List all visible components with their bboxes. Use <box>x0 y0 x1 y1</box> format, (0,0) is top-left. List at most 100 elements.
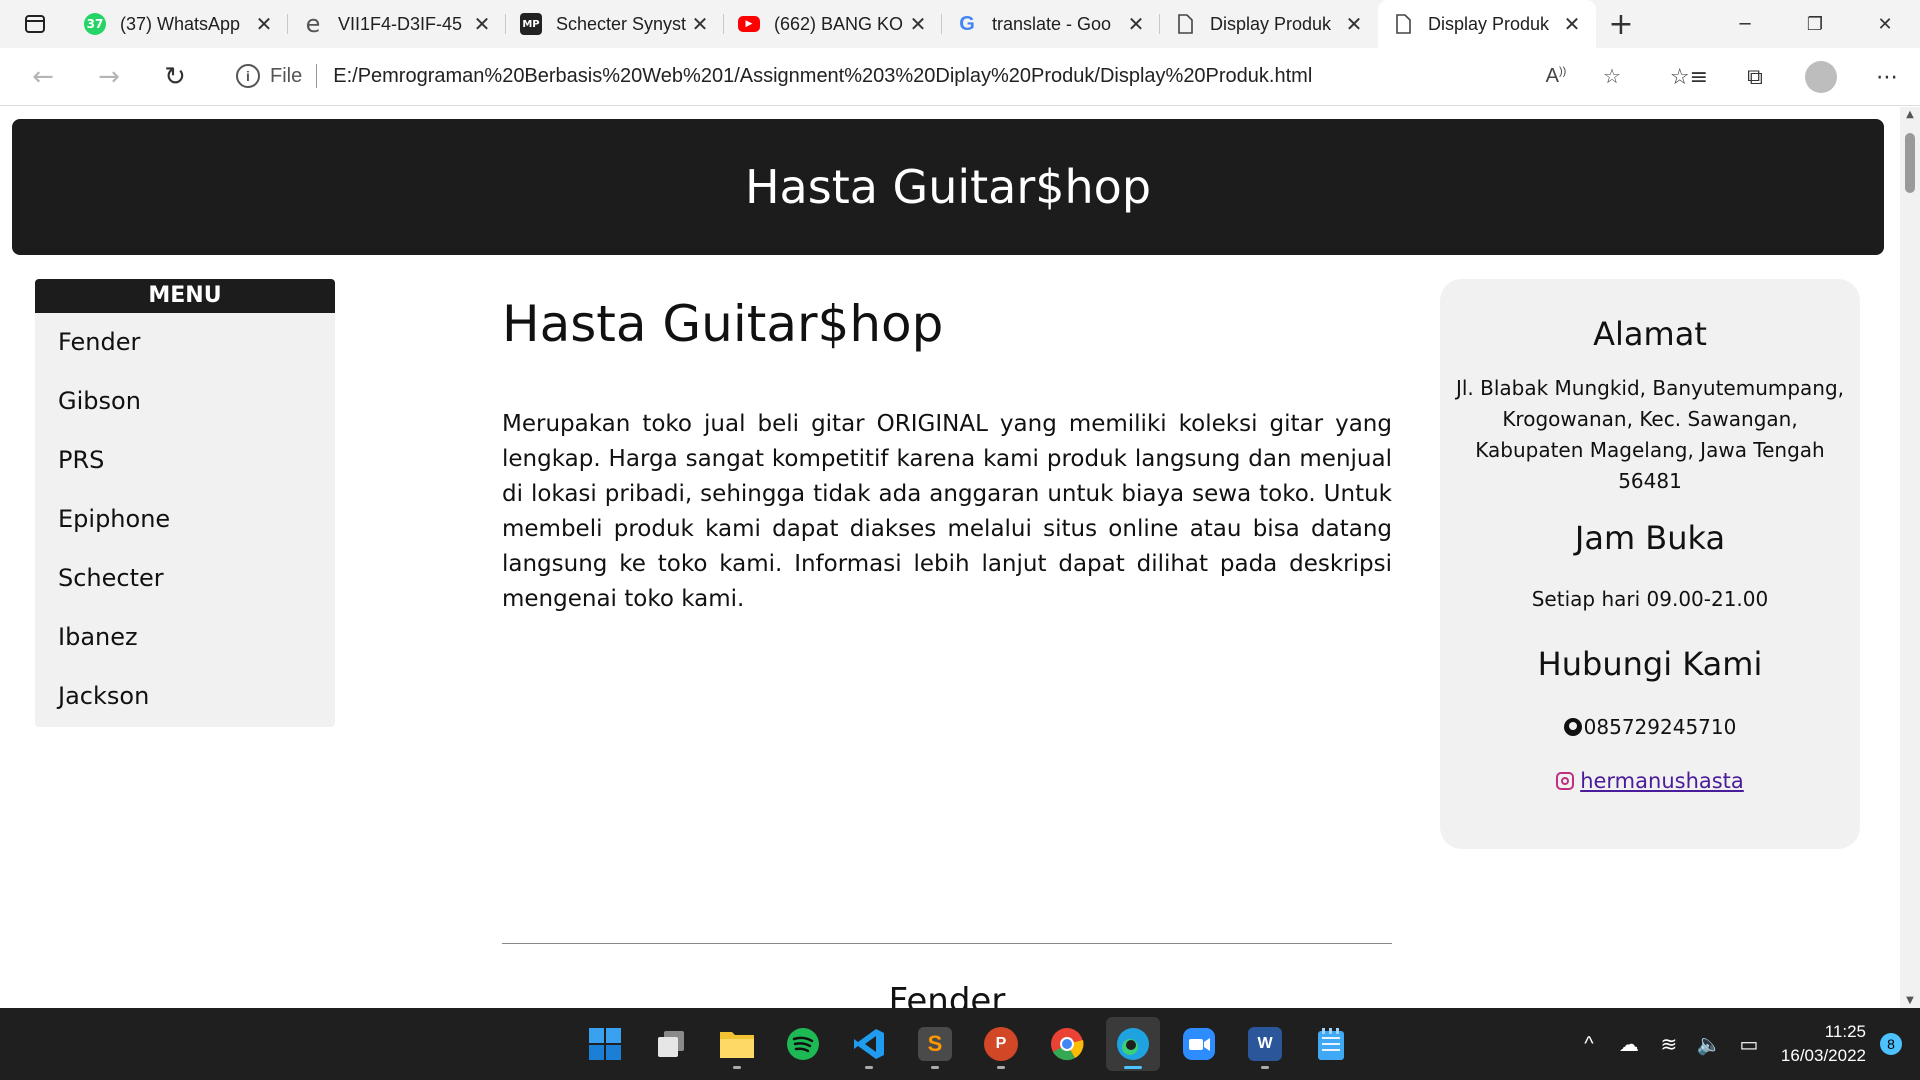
close-icon[interactable]: ✕ <box>1562 12 1582 36</box>
notification-badge[interactable]: 8 <box>1880 1033 1902 1055</box>
edge-icon <box>1117 1028 1149 1060</box>
sublime-text-icon: S <box>918 1027 952 1061</box>
profile-avatar[interactable] <box>1805 61 1837 93</box>
new-tab-button[interactable]: + <box>1596 7 1646 42</box>
refresh-button[interactable]: ↻ <box>142 62 208 92</box>
task-view-icon <box>658 1031 684 1057</box>
tab-schecter[interactable]: MP Schecter Synyst ✕ <box>506 0 724 48</box>
clock-time: 11:25 <box>1824 1022 1866 1041</box>
scrollbar-thumb[interactable] <box>1905 133 1915 193</box>
menu-item-schecter[interactable]: Schecter <box>35 549 335 608</box>
sublime-text-button[interactable]: S <box>908 1017 962 1071</box>
edge-button[interactable] <box>1106 1017 1160 1071</box>
more-menu-icon[interactable]: ⋯ <box>1854 65 1920 90</box>
tab-strip: 37 (37) WhatsApp ✕ e VII1F4-D3IF-45 ✕ MP… <box>0 0 1920 48</box>
minimize-button[interactable]: ─ <box>1710 0 1780 48</box>
tab-youtube[interactable]: ▶ (662) BANG KO ✕ <box>724 0 942 48</box>
tab-title: (662) BANG KO <box>774 13 904 34</box>
system-tray: ^ ☁ ≋ 🔈 ▭ 11:25 16/03/2022 8 <box>1569 1008 1920 1080</box>
address-heading: Alamat <box>1593 315 1707 353</box>
instagram-contact: hermanushasta <box>1440 769 1860 793</box>
instagram-link[interactable]: hermanushasta <box>1580 769 1744 793</box>
tab-actions-icon <box>25 15 45 33</box>
spotify-icon <box>787 1028 819 1060</box>
wifi-icon[interactable]: ≋ <box>1649 1032 1689 1057</box>
close-icon[interactable]: ✕ <box>908 12 928 36</box>
menu-item-jackson[interactable]: Jackson <box>35 667 335 726</box>
chrome-button[interactable] <box>1040 1017 1094 1071</box>
close-icon[interactable]: ✕ <box>1126 12 1146 36</box>
volume-icon[interactable]: 🔈 <box>1689 1032 1729 1057</box>
word-button[interactable]: W <box>1238 1017 1292 1071</box>
tab-elearning[interactable]: e VII1F4-D3IF-45 ✕ <box>288 0 506 48</box>
tab-whatsapp[interactable]: 37 (37) WhatsApp ✕ <box>70 0 288 48</box>
vscode-button[interactable] <box>842 1017 896 1071</box>
info-icon[interactable]: i <box>236 64 260 88</box>
close-icon[interactable]: ✕ <box>472 12 492 36</box>
page-icon <box>1396 14 1411 34</box>
section-divider <box>502 943 1392 944</box>
internet-explorer-icon: e <box>305 10 321 38</box>
close-icon[interactable]: ✕ <box>690 12 710 36</box>
menu-item-gibson[interactable]: Gibson <box>35 372 335 431</box>
spotify-button[interactable] <box>776 1017 830 1071</box>
clock[interactable]: 11:25 16/03/2022 <box>1781 1020 1866 1068</box>
notepad-icon <box>1318 1028 1344 1060</box>
scroll-down-icon[interactable]: ▼ <box>1900 995 1920 1006</box>
running-indicator <box>997 1066 1005 1069</box>
add-favorite-icon[interactable]: ☆ <box>1584 64 1640 89</box>
scheme-label: File <box>270 64 303 87</box>
scroll-up-icon[interactable]: ▲ <box>1900 109 1920 120</box>
tab-title: Display Produk <box>1428 13 1550 34</box>
page-scrollbar[interactable]: ▲ ▼ <box>1900 107 1920 1008</box>
start-button[interactable] <box>578 1017 632 1071</box>
close-icon[interactable]: ✕ <box>254 12 274 36</box>
tab-google-translate[interactable]: G translate - Goo ✕ <box>942 0 1160 48</box>
musicplus-icon: MP <box>520 13 542 35</box>
menu-item-epiphone[interactable]: Epiphone <box>35 490 335 549</box>
tab-title: translate - Goo <box>992 13 1112 34</box>
hours-heading: Jam Buka <box>1574 519 1726 557</box>
opening-hours: Setiap hari 09.00-21.00 <box>1531 587 1769 611</box>
window-controls: ─ ❐ ✕ <box>1710 0 1920 48</box>
address-bar[interactable]: i File E:/Pemrograman%20Berbasis%20Web%2… <box>216 54 1640 98</box>
contact-heading: Hubungi Kami <box>1537 645 1763 683</box>
tab-title: VII1F4-D3IF-45 <box>338 13 463 34</box>
menu-item-fender[interactable]: Fender <box>35 313 335 372</box>
menu-title: MENU <box>35 279 335 313</box>
tab-title: (37) WhatsApp <box>120 13 241 34</box>
vscode-icon <box>854 1029 884 1059</box>
running-indicator <box>733 1066 741 1069</box>
whatsapp-icon <box>1563 718 1582 736</box>
zoom-button[interactable] <box>1172 1017 1226 1071</box>
collections-icon[interactable]: ⧉ <box>1722 65 1788 90</box>
tab-display-produk[interactable]: Display Produk ✕ <box>1160 0 1378 48</box>
file-explorer-button[interactable] <box>710 1017 764 1071</box>
notepad-button[interactable] <box>1304 1017 1358 1071</box>
chevron-up-icon[interactable]: ^ <box>1569 1033 1609 1056</box>
menu-item-prs[interactable]: PRS <box>35 431 335 490</box>
favorites-icon[interactable]: ☆≡ <box>1656 65 1722 90</box>
forward-button[interactable]: → <box>76 62 142 92</box>
close-icon[interactable]: ✕ <box>1344 12 1364 36</box>
tab-display-produk-active[interactable]: Display Produk ✕ <box>1378 0 1596 48</box>
tab-title: Display Produk <box>1210 13 1332 34</box>
powerpoint-button[interactable]: P <box>974 1017 1028 1071</box>
back-button[interactable]: ← <box>10 62 76 92</box>
menu-item-ibanez[interactable]: Ibanez <box>35 608 335 667</box>
restore-button[interactable]: ❐ <box>1780 0 1850 48</box>
section-title-fender: Fender <box>888 981 1006 1008</box>
url-text[interactable]: E:/Pemrograman%20Berbasis%20Web%201/Assi… <box>333 65 1312 88</box>
onedrive-icon[interactable]: ☁ <box>1609 1032 1649 1057</box>
running-indicator <box>865 1066 873 1069</box>
taskbar-apps: S P W <box>572 1008 1364 1080</box>
instagram-icon <box>1556 772 1575 790</box>
zoom-icon <box>1183 1028 1215 1060</box>
clock-date: 16/03/2022 <box>1780 1046 1866 1065</box>
close-window-button[interactable]: ✕ <box>1850 0 1920 48</box>
powerpoint-icon: P <box>984 1027 1018 1061</box>
read-aloud-icon[interactable]: A)) <box>1528 65 1584 88</box>
task-view-button[interactable] <box>644 1017 698 1071</box>
tab-actions-button[interactable] <box>0 0 70 48</box>
battery-icon[interactable]: ▭ <box>1729 1032 1769 1057</box>
